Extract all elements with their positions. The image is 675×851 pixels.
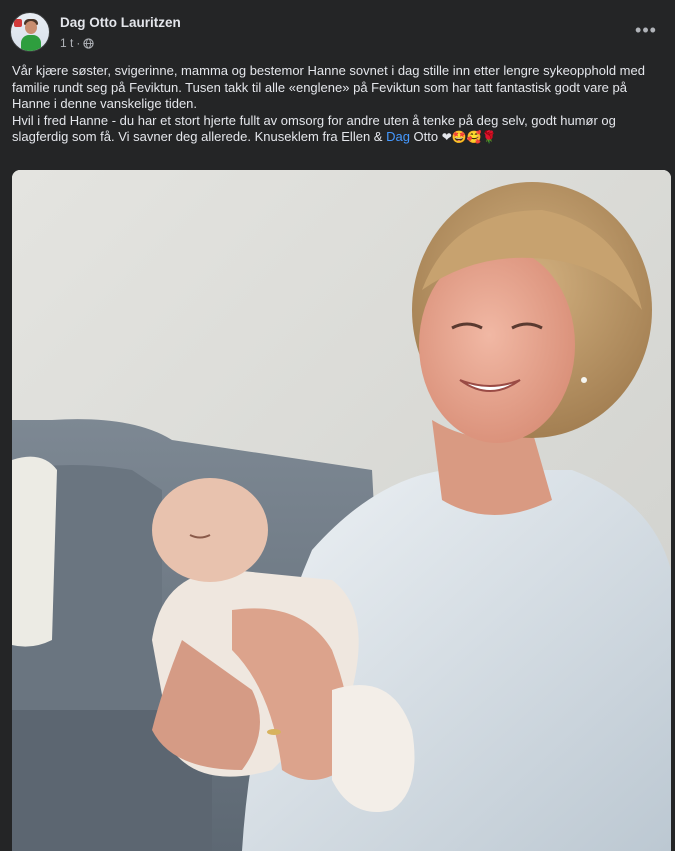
post-timestamp[interactable]: 1 t [60,35,73,51]
post-meta: Dag Otto Lauritzen 1 t · [60,12,181,51]
avatar-shirt [21,35,41,51]
photo-earring [581,377,587,383]
photo-baby-head [152,478,268,582]
author-avatar[interactable] [10,12,50,52]
post-time-row: 1 t · [60,35,181,51]
post-header: Dag Otto Lauritzen 1 t · ••• [10,12,660,56]
globe-icon[interactable] [83,37,94,49]
photo-ring [267,729,281,735]
author-name[interactable]: Dag Otto Lauritzen [60,14,181,32]
avatar-badge [14,19,22,27]
facebook-post: Dag Otto Lauritzen 1 t · ••• Vår kjære s… [0,0,675,851]
post-photo[interactable] [12,170,671,851]
post-paragraph-1: Vår kjære søster, svigerinne, mamma og b… [12,63,645,111]
post-body: Vår kjære søster, svigerinne, mamma og b… [12,63,664,146]
photo-pillow [12,456,57,647]
mention-link[interactable]: Dag [386,129,410,144]
post-paragraph-2-text-end: Otto [409,129,442,144]
photo-grandmother-with-newborn [12,170,671,851]
avatar-head [25,21,37,34]
post-paragraph-2: Hvil i fred Hanne - du har et stort hjer… [12,113,664,146]
separator-dot: · [76,36,81,50]
more-options-button[interactable]: ••• [632,18,660,42]
emoji-row: ❤🤩🥰🌹 [441,130,497,144]
post-paragraph-2-text: Hvil i fred Hanne - du har et stort hjer… [12,112,616,145]
more-options-icon: ••• [635,19,657,40]
